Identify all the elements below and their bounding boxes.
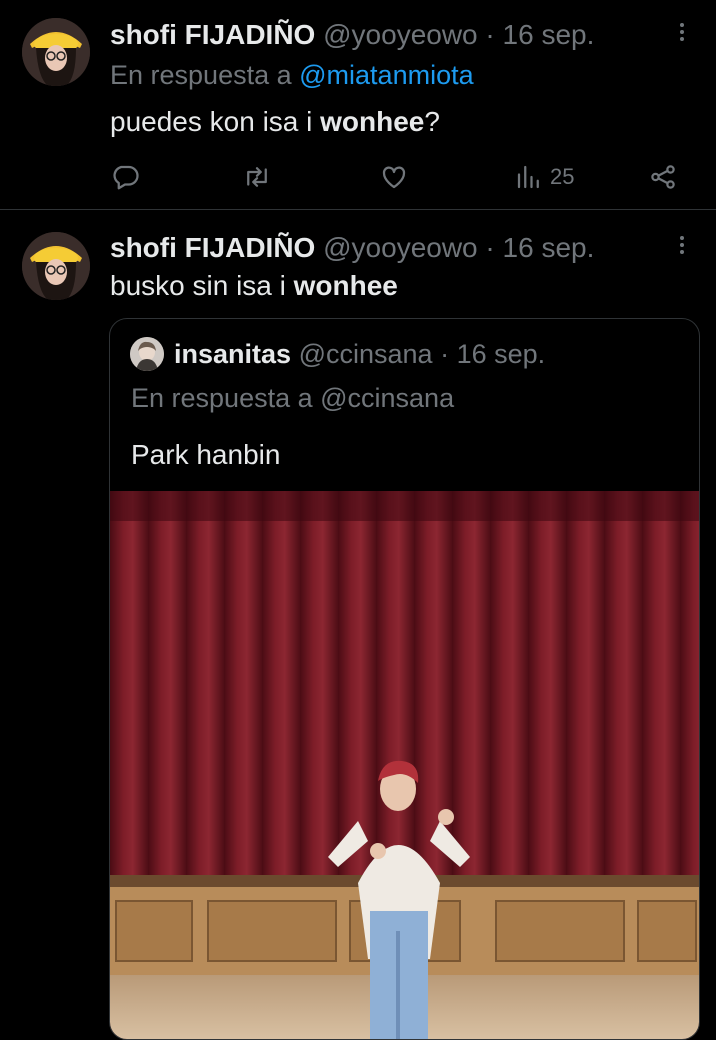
quoted-reply-context: En respuesta a @ccinsana xyxy=(131,383,455,413)
reply-icon xyxy=(113,165,139,190)
tweet-header: shofi FIJADIÑO @yooyeowo · 16 sep. xyxy=(110,231,594,265)
quoted-header: insanitas @ccinsana · 16 sep. xyxy=(174,337,545,371)
retweet-button[interactable] xyxy=(242,160,272,194)
avatar-image xyxy=(22,232,90,300)
author-name[interactable]: shofi FIJADIÑO xyxy=(110,232,315,263)
quoted-text: Park hanbin xyxy=(131,439,281,470)
reply-prefix: En respuesta a xyxy=(110,60,292,90)
author-avatar[interactable] xyxy=(22,232,90,300)
views-button[interactable]: 25 xyxy=(514,160,574,194)
quoted-author-handle[interactable]: @ccinsana xyxy=(299,339,433,369)
photo-stage-curtain xyxy=(110,491,699,1039)
tweet-header: shofi FIJADIÑO @yooyeowo · 16 sep. xyxy=(110,18,594,52)
tweet-1[interactable]: shofi FIJADIÑO @yooyeowo · 16 sep. En re… xyxy=(0,0,716,210)
reply-context: En respuesta a @miatanmiota xyxy=(110,60,474,91)
author-name[interactable]: shofi FIJADIÑO xyxy=(110,19,315,50)
tweet-text-plain: busko sin isa i xyxy=(110,270,294,301)
tweet-text: puedes kon isa i wonhee? xyxy=(110,106,440,138)
retweet-icon xyxy=(247,167,267,187)
quoted-tweet[interactable]: insanitas @ccinsana · 16 sep. En respues… xyxy=(109,318,700,1040)
tweet-date[interactable]: 16 sep. xyxy=(503,19,595,50)
tweet-text-suffix: ? xyxy=(424,106,440,137)
quoted-author-avatar[interactable] xyxy=(130,337,164,371)
tweet-2[interactable]: shofi FIJADIÑO @yooyeowo · 16 sep. busko… xyxy=(0,210,716,1040)
reply-mention-link[interactable]: @miatanmiota xyxy=(299,60,473,90)
tweet-text-plain: puedes kon isa i xyxy=(110,106,321,137)
author-handle[interactable]: @yooyeowo xyxy=(323,19,478,50)
quoted-avatar-image xyxy=(130,337,164,371)
more-icon[interactable] xyxy=(670,233,694,257)
reply-button[interactable] xyxy=(110,160,140,194)
tweet-text-bold: wonhee xyxy=(320,106,425,137)
separator: · xyxy=(485,232,495,263)
separator: · xyxy=(440,339,450,369)
share-icon xyxy=(651,165,675,189)
like-button[interactable] xyxy=(379,160,409,194)
tweet-date[interactable]: 16 sep. xyxy=(503,232,595,263)
separator: · xyxy=(485,19,495,50)
avatar-image xyxy=(22,18,90,86)
author-avatar[interactable] xyxy=(22,18,90,86)
more-icon[interactable] xyxy=(670,20,694,44)
action-bar: 25 xyxy=(110,160,690,194)
quoted-photo[interactable] xyxy=(110,491,699,1039)
quoted-author-name[interactable]: insanitas xyxy=(174,339,291,369)
like-icon xyxy=(382,166,406,189)
views-icon xyxy=(517,165,539,189)
author-handle[interactable]: @yooyeowo xyxy=(323,232,478,263)
share-button[interactable] xyxy=(648,160,678,194)
views-count: 25 xyxy=(550,164,575,189)
tweet-text-bold: wonhee xyxy=(293,270,398,301)
tweet-text: busko sin isa i wonhee xyxy=(110,270,398,302)
quoted-date[interactable]: 16 sep. xyxy=(457,339,546,369)
